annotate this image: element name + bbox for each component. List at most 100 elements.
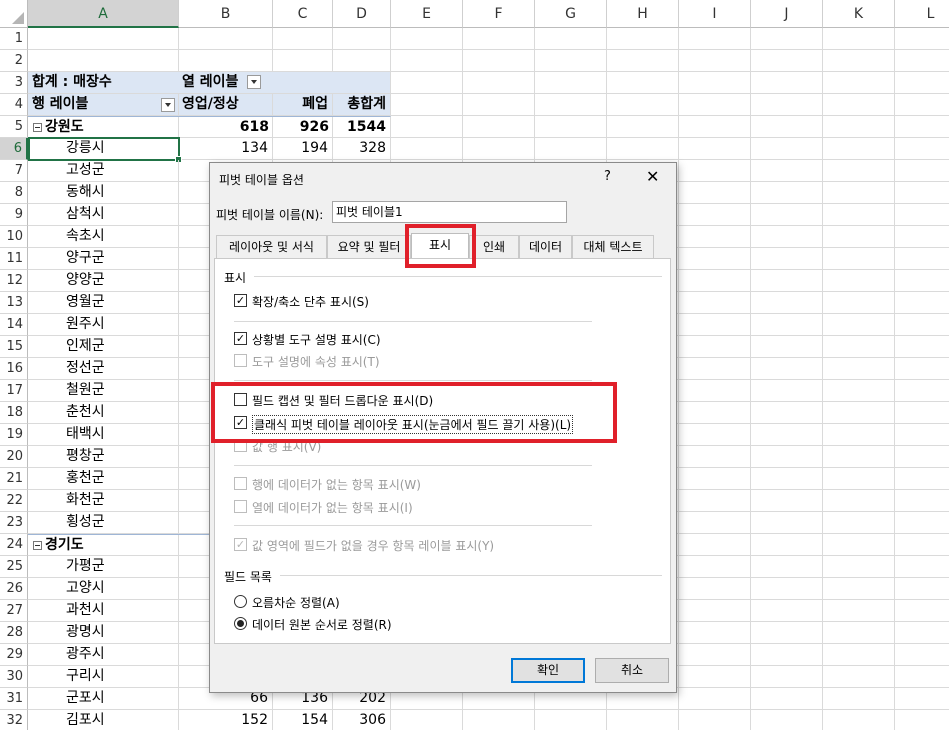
row-header[interactable]: 9 [0, 204, 28, 226]
row-header[interactable]: 15 [0, 336, 28, 358]
tab-layout-format[interactable]: 레이아웃 및 서식 [216, 235, 327, 258]
grid-cell[interactable] [823, 666, 895, 688]
pivot-item-row-label[interactable]: 철원군 [28, 380, 179, 402]
grid-cell[interactable] [679, 226, 751, 248]
row-header[interactable]: 28 [0, 622, 28, 644]
pivot-item-row-label[interactable]: 양양군 [28, 270, 179, 292]
grid-cell[interactable] [463, 28, 535, 50]
grid-cell[interactable] [535, 50, 607, 72]
row-header[interactable]: 2 [0, 50, 28, 72]
grid-cell[interactable] [607, 50, 679, 72]
grid-cell[interactable] [823, 710, 895, 730]
pivot-column-labels[interactable]: 열 레이블 [179, 72, 391, 94]
row-header[interactable]: 22 [0, 490, 28, 512]
pivot-item-row-label[interactable]: 홍천군 [28, 468, 179, 490]
grid-cell[interactable] [751, 182, 823, 204]
row-header[interactable]: 25 [0, 556, 28, 578]
grid-cell[interactable] [463, 710, 535, 730]
grid-cell[interactable] [751, 666, 823, 688]
pivot-item-row-label[interactable]: 광명시 [28, 622, 179, 644]
grid-cell[interactable] [535, 138, 607, 160]
grid-cell[interactable] [679, 424, 751, 446]
grid-cell[interactable] [463, 116, 535, 138]
grid-cell[interactable] [679, 94, 751, 116]
column-header-g[interactable]: G [535, 0, 607, 28]
pivot-item-row-label[interactable]: 평창군 [28, 446, 179, 468]
grid-cell[interactable] [823, 512, 895, 534]
grid-cell[interactable] [895, 116, 949, 138]
grid-cell[interactable] [823, 182, 895, 204]
pivot-item-row-label[interactable]: 태백시 [28, 424, 179, 446]
grid-cell[interactable] [895, 578, 949, 600]
grid-cell[interactable] [895, 50, 949, 72]
grid-cell[interactable] [823, 226, 895, 248]
column-header-f[interactable]: F [463, 0, 535, 28]
pivot-group-row[interactable]: 강원도 [28, 116, 179, 138]
column-header-k[interactable]: K [823, 0, 895, 28]
grid-cell[interactable] [895, 622, 949, 644]
grid-cell[interactable] [751, 688, 823, 710]
grid-cell[interactable] [679, 688, 751, 710]
pivot-item-row-label[interactable]: 화천군 [28, 490, 179, 512]
grid-cell[interactable] [751, 160, 823, 182]
row-header[interactable]: 5 [0, 116, 28, 138]
grid-cell[interactable] [895, 72, 949, 94]
grid-cell[interactable] [751, 644, 823, 666]
grid-cell[interactable] [751, 468, 823, 490]
grid-cell[interactable] [679, 512, 751, 534]
grid-cell[interactable] [679, 468, 751, 490]
grid-cell[interactable] [679, 314, 751, 336]
grid-cell[interactable] [679, 182, 751, 204]
grid-cell[interactable] [751, 402, 823, 424]
row-header[interactable]: 27 [0, 600, 28, 622]
row-filter-dropdown-icon[interactable] [161, 98, 175, 112]
grid-cell[interactable] [607, 94, 679, 116]
pivot-item-row-label[interactable]: 춘천시 [28, 402, 179, 424]
grid-cell[interactable] [607, 138, 679, 160]
grid-cell[interactable] [751, 710, 823, 730]
grid-cell[interactable] [273, 28, 333, 50]
grid-cell[interactable] [895, 358, 949, 380]
row-header[interactable]: 21 [0, 468, 28, 490]
pivot-item-row-label[interactable]: 속초시 [28, 226, 179, 248]
grid-cell[interactable] [823, 578, 895, 600]
grid-cell[interactable] [895, 28, 949, 50]
pivot-item-row-label[interactable]: 횡성군 [28, 512, 179, 534]
close-icon[interactable]: ✕ [646, 167, 659, 186]
grid-cell[interactable] [679, 380, 751, 402]
grid-cell[interactable] [679, 600, 751, 622]
grid-cell[interactable] [823, 490, 895, 512]
grid-cell[interactable] [607, 28, 679, 50]
column-header-c[interactable]: C [273, 0, 333, 28]
sort-a-to-z-radio[interactable] [234, 595, 247, 608]
grid-cell[interactable] [679, 248, 751, 270]
grid-cell[interactable] [823, 292, 895, 314]
tab-totals-filters[interactable]: 요약 및 필터 [327, 235, 411, 258]
grid-cell[interactable] [895, 402, 949, 424]
row-header[interactable]: 7 [0, 160, 28, 182]
row-header[interactable]: 12 [0, 270, 28, 292]
grid-cell[interactable] [679, 270, 751, 292]
grid-cell[interactable] [823, 556, 895, 578]
grid-cell[interactable] [823, 28, 895, 50]
grid-cell[interactable] [823, 204, 895, 226]
grid-cell[interactable] [607, 72, 679, 94]
grid-cell[interactable] [607, 116, 679, 138]
grid-cell[interactable] [895, 336, 949, 358]
grid-cell[interactable] [333, 50, 391, 72]
grid-cell[interactable] [391, 94, 463, 116]
grid-cell[interactable] [751, 380, 823, 402]
grid-cell[interactable] [679, 116, 751, 138]
grid-cell[interactable] [751, 28, 823, 50]
grid-cell[interactable] [823, 534, 895, 556]
show-items-no-data-rows-checkbox[interactable] [234, 477, 247, 490]
row-header[interactable]: 23 [0, 512, 28, 534]
grid-cell[interactable] [679, 28, 751, 50]
column-header-d[interactable]: D [333, 0, 391, 28]
pivot-item-row-label[interactable]: 고성군 [28, 160, 179, 182]
pivot-group-row[interactable]: 경기도 [28, 534, 179, 556]
grid-cell[interactable] [535, 94, 607, 116]
grid-cell[interactable] [751, 556, 823, 578]
column-header-a[interactable]: A [28, 0, 179, 28]
grid-cell[interactable] [751, 490, 823, 512]
